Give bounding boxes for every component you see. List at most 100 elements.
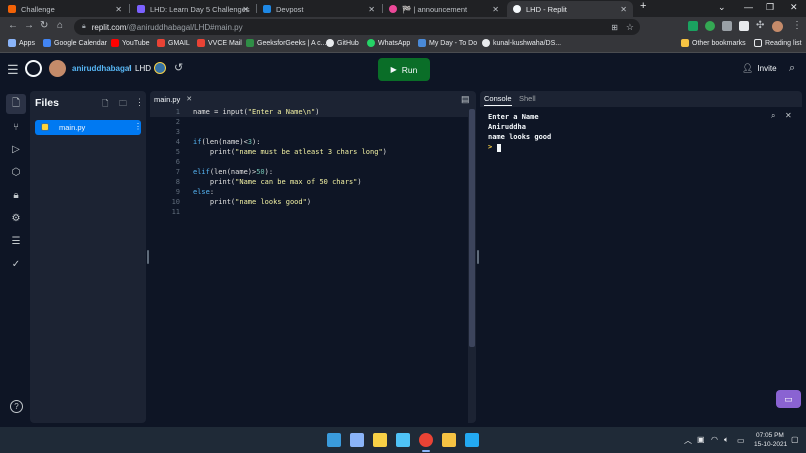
python-language-icon [154, 62, 166, 74]
url-input[interactable]: 🔒︎ replit.com/@aniruddhabagal/LHD#main.p… [74, 19, 640, 35]
file-menu-icon[interactable]: ⋮ [134, 122, 142, 131]
username-link[interactable]: aniruddhabagal [72, 64, 132, 73]
lock-icon[interactable]: 🔒︎ [8, 187, 24, 203]
console-output[interactable]: Enter a Name Aniruddha name looks good >… [480, 107, 802, 423]
url-path: /@aniruddhabagal/LHD#main.py [126, 22, 243, 32]
monitor-icon[interactable] [396, 433, 410, 447]
wifi-icon[interactable]: ◠ [711, 435, 718, 444]
debugger-icon[interactable]: ▷ [8, 141, 24, 157]
extension-icon[interactable] [688, 21, 698, 31]
tab-separator [129, 4, 130, 13]
browser-tab-active[interactable]: LHD - Replit ✕ [507, 1, 633, 17]
packages-icon[interactable]: ⬡ [8, 164, 24, 180]
new-tab-button[interactable]: + [640, 0, 646, 12]
replit-logo-icon[interactable] [25, 60, 42, 77]
close-icon[interactable]: ✕ [242, 5, 249, 14]
bookmark-star-icon[interactable]: ☆ [626, 22, 634, 33]
reading-list[interactable]: Reading list [754, 39, 802, 47]
bookmark-vvce-mail[interactable]: VVCE Mail [197, 39, 242, 47]
chrome-menu-icon[interactable]: ⋮ [792, 20, 802, 31]
repl-name[interactable]: LHD [135, 64, 151, 73]
feedback-chat-icon[interactable]: ▭ [776, 390, 801, 408]
add-file-icon[interactable]: 🗋︎ [102, 98, 108, 112]
close-icon[interactable]: ✕ [186, 95, 192, 103]
settings-gear-icon[interactable]: ⚙ [8, 210, 24, 226]
bookmark-gmail[interactable]: GMAIL [157, 39, 190, 47]
reload-icon[interactable]: ↻ [40, 20, 48, 31]
windows-start-icon[interactable] [327, 433, 341, 447]
code-area[interactable]: 1 name = input("Enter a Name\n") 2 3 4 if(… [150, 107, 476, 423]
files-icon[interactable]: 🗋︎ [6, 94, 26, 114]
editor-tab[interactable]: main.py ✕ [150, 91, 198, 107]
bookmark-github[interactable]: GitHub [326, 39, 359, 47]
resize-handle[interactable] [477, 250, 479, 264]
bookmark-google-calendar[interactable]: Google Calendar [43, 39, 107, 47]
address-bar-row: ← → ↻ ⌂ 🔒︎ replit.com/@aniruddhabagal/LH… [0, 17, 806, 37]
editor-layout-icon[interactable]: ▤ [461, 94, 470, 105]
history-icon[interactable]: ↺ [174, 61, 183, 74]
tab-console[interactable]: Console [484, 94, 512, 106]
vscode-icon[interactable] [465, 433, 479, 447]
close-icon[interactable]: ✕ [620, 5, 627, 14]
install-app-icon[interactable]: ⊞ [611, 23, 618, 32]
hamburger-menu-icon[interactable]: ☰ [7, 62, 19, 78]
editor-scrollbar-thumb[interactable] [469, 109, 475, 347]
task-view-icon[interactable] [350, 433, 364, 447]
clock-date[interactable]: 15-10-2021 [754, 441, 787, 448]
code-text: name = input("Enter a Name\n") [193, 108, 320, 116]
back-icon[interactable]: ← [8, 20, 18, 31]
notifications-icon[interactable]: ▢ [791, 435, 799, 444]
resize-handle[interactable] [147, 250, 149, 264]
other-bookmarks[interactable]: Other bookmarks [681, 39, 746, 47]
browser-tab[interactable]: Devpost ✕ [257, 1, 381, 17]
extensions-puzzle-icon[interactable]: ✣ [756, 20, 764, 31]
editor-scrollbar-track[interactable] [468, 107, 476, 423]
bookmark-geeksforgeeks[interactable]: GeeksforGeeks | A c... [246, 39, 327, 47]
checkmark-icon[interactable]: ✓ [8, 256, 24, 272]
search-icon[interactable]: ⌕ [771, 111, 775, 121]
clock-time[interactable]: 07:05 PM [756, 432, 784, 439]
file-explorer-icon[interactable] [442, 433, 456, 447]
close-window-icon[interactable]: ✕ [790, 2, 798, 13]
close-icon[interactable]: ✕ [115, 5, 122, 14]
help-icon[interactable]: ? [10, 400, 23, 413]
files-menu-icon[interactable]: ⋮ [135, 97, 144, 108]
run-button[interactable]: ▶ Run [378, 58, 430, 81]
chevron-up-icon[interactable]: ︿ [684, 435, 692, 446]
console-line: name looks good [488, 133, 552, 141]
browser-tab[interactable]: LHD: Learn Day 5 Challenges ✕ [131, 1, 255, 17]
tab-shell[interactable]: Shell [519, 94, 536, 103]
search-icon[interactable]: ⌕ [789, 62, 795, 75]
bookmark-youtube[interactable]: YouTube [111, 39, 150, 47]
restore-icon[interactable]: ❐ [766, 2, 774, 13]
bookmark-my-day[interactable]: My Day - To Do [418, 39, 477, 47]
avatar[interactable] [49, 60, 66, 77]
chrome-icon[interactable] [419, 433, 433, 447]
home-icon[interactable]: ⌂ [57, 20, 63, 31]
extension-icon[interactable] [705, 21, 715, 31]
sticky-notes-icon[interactable] [373, 433, 387, 447]
browser-tab[interactable]: Challenge ✕ [2, 1, 128, 17]
profile-avatar[interactable] [772, 21, 783, 32]
forward-icon[interactable]: → [24, 20, 34, 31]
bookmark-apps[interactable]: Apps [8, 39, 35, 47]
invite-button[interactable]: 👤︎ Invite [742, 63, 777, 74]
line-number: 10 [171, 198, 180, 206]
browser-tab[interactable]: 🏁 | announcement ✕ [383, 1, 505, 17]
extension-icon[interactable] [739, 21, 749, 31]
extension-icon[interactable] [722, 21, 732, 31]
database-icon[interactable]: ☰ [8, 233, 24, 249]
bookmark-kunal-kushwaha[interactable]: kunal-kushwaha/DS... [482, 39, 561, 47]
bookmark-whatsapp[interactable]: WhatsApp [367, 39, 410, 47]
version-control-icon[interactable]: ⑂ [8, 119, 24, 135]
notification-tray-icon[interactable]: ▣ [697, 435, 705, 444]
tab-search-icon[interactable]: ⌄ [718, 2, 726, 13]
minimize-icon[interactable]: — [744, 2, 753, 12]
file-item-selected[interactable]: main.py ⋮ [35, 120, 142, 135]
add-folder-icon[interactable]: 🗀︎ [119, 98, 127, 112]
battery-icon[interactable]: ▭ [737, 436, 745, 445]
volume-icon[interactable]: 🔈︎ [724, 435, 729, 445]
close-icon[interactable]: ✕ [368, 5, 375, 14]
clear-console-icon[interactable]: ✕ [785, 111, 792, 120]
close-icon[interactable]: ✕ [492, 5, 499, 14]
